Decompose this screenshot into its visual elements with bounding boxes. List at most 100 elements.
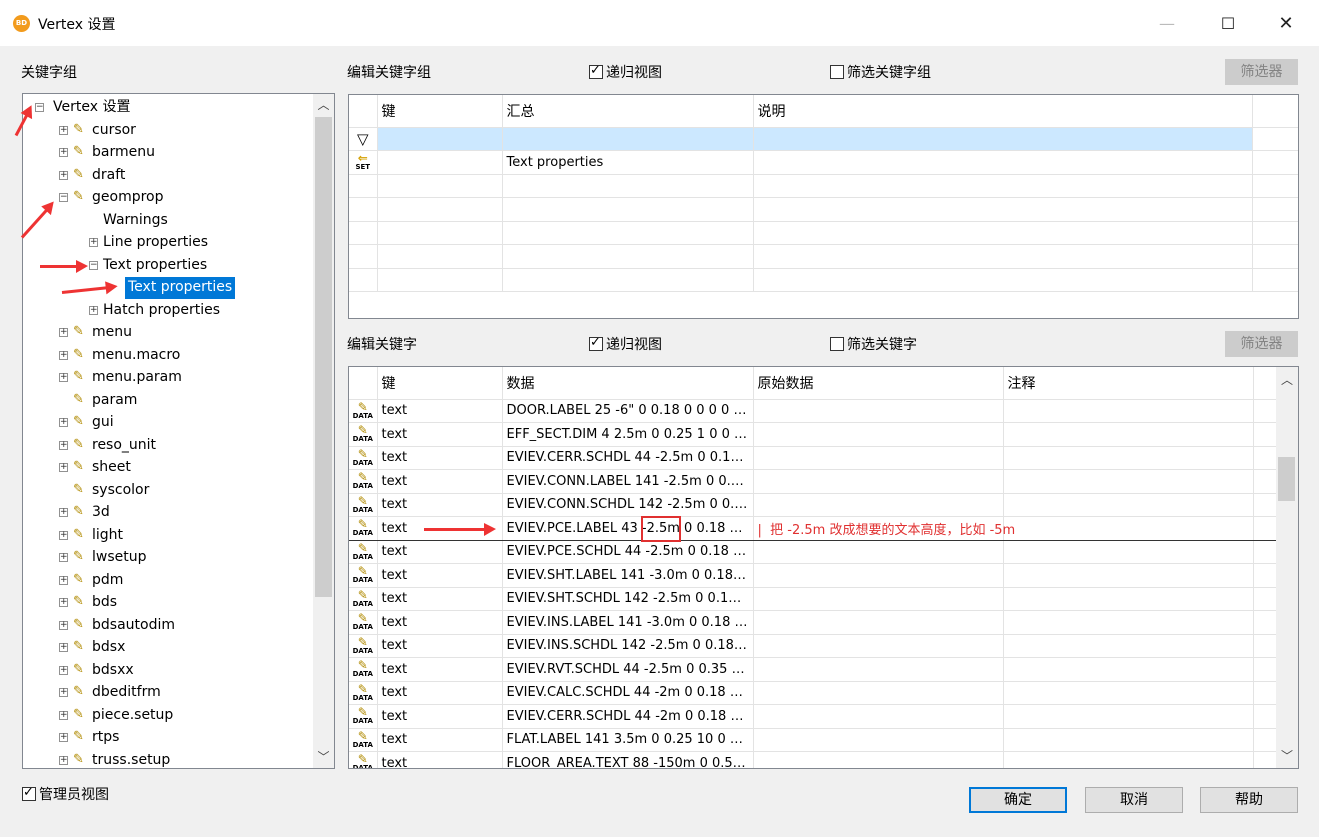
summary-cell[interactable]: Text properties: [502, 150, 754, 175]
tree-node[interactable]: sheet: [92, 457, 131, 479]
raw-data-cell[interactable]: [753, 704, 1004, 729]
tree-node[interactable]: Text properties: [103, 255, 207, 277]
tree-node[interactable]: bdsxx: [92, 660, 134, 682]
table-row[interactable]: ✎ DATA text EVIEV.SHT.SCHDL 142 -2.5m 0 0.1…: [349, 587, 1278, 611]
data-cell[interactable]: EVIEV.CALC.SCHDL 44 -2m 0 0.18 0 0...: [502, 681, 754, 705]
filter-cell[interactable]: [502, 127, 754, 151]
filter-groups-toggle[interactable]: 筛选关键字组: [830, 62, 931, 82]
column-header[interactable]: 注释: [1003, 367, 1254, 400]
table-row[interactable]: ✎ DATA text EVIEV.INS.LABEL 141 -3.0m 0 0.1…: [349, 610, 1278, 635]
key-cell[interactable]: text: [377, 469, 503, 494]
raw-data-cell[interactable]: [753, 657, 1004, 682]
column-header[interactable]: 汇总: [502, 95, 754, 128]
expand-icon[interactable]: +: [59, 440, 68, 450]
tree-node[interactable]: syscolor: [92, 480, 149, 502]
expand-icon[interactable]: +: [59, 508, 68, 517]
table-row[interactable]: ✎ DATA text EFF_SECT.DIM 4 2.5m 0 0.25 1 0 …: [349, 422, 1278, 447]
key-cell[interactable]: text: [377, 422, 503, 447]
tree-node[interactable]: bds: [92, 592, 117, 614]
comment-cell[interactable]: [1003, 469, 1254, 494]
expand-icon[interactable]: +: [59, 350, 68, 360]
column-header[interactable]: 原始数据: [753, 367, 1004, 400]
data-cell[interactable]: EVIEV.PCE.SCHDL 44 -2.5m 0 0.18 0 ...: [502, 540, 754, 564]
checkbox-icon[interactable]: [589, 63, 603, 79]
comment-cell[interactable]: [1003, 516, 1254, 541]
expand-icon[interactable]: +: [89, 238, 98, 247]
column-header[interactable]: 数据: [502, 367, 754, 400]
key-cell[interactable]: text: [377, 540, 503, 564]
data-cell[interactable]: FLOOR_AREA.TEXT 88 -150m 0 0.5 0...: [502, 751, 754, 768]
keyword-group-tree[interactable]: − Vertex 设置 + cursor + barmenu + draft − geomprop…: [22, 93, 335, 769]
data-cell[interactable]: EVIEV.CONN.LABEL 141 -2.5m 0 0.18 ...: [502, 469, 754, 494]
tree-node[interactable]: lwsetup: [92, 547, 147, 569]
expand-icon[interactable]: +: [59, 125, 68, 135]
expand-icon[interactable]: +: [59, 373, 68, 382]
comment-cell[interactable]: [1003, 681, 1254, 705]
table-row[interactable]: ✎ DATA text EVIEV.PCE.SCHDL 44 -2.5m 0 0.18…: [349, 540, 1278, 564]
tree-node[interactable]: truss.setup: [92, 750, 170, 769]
table-row[interactable]: ✎ DATA text EVIEV.SHT.LABEL 141 -3.0m 0 0.1…: [349, 563, 1278, 588]
raw-data-cell[interactable]: [753, 493, 1004, 517]
scroll-thumb[interactable]: [1278, 457, 1295, 501]
raw-data-cell[interactable]: [753, 540, 1004, 564]
data-cell[interactable]: EVIEV.CONN.SCHDL 142 -2.5m 0 0.18...: [502, 493, 754, 517]
key-cell[interactable]: text: [377, 681, 503, 705]
tree-node[interactable]: param: [92, 390, 137, 412]
table-row[interactable]: ✎ DATA text EVIEV.CONN.SCHDL 142 -2.5m 0 0.…: [349, 493, 1278, 517]
key-cell[interactable]: text: [377, 728, 503, 752]
key-cell[interactable]: text: [377, 446, 503, 470]
table-row[interactable]: ✎ DATA text EVIEV.INS.SCHDL 142 -2.5m 0 0.1…: [349, 634, 1278, 658]
tree-node[interactable]: Line properties: [103, 232, 208, 254]
collapse-icon[interactable]: −: [89, 260, 98, 270]
expand-icon[interactable]: +: [59, 530, 68, 540]
cancel-button[interactable]: 取消: [1085, 787, 1183, 813]
comment-cell[interactable]: [1003, 587, 1254, 611]
comment-cell[interactable]: [1003, 493, 1254, 517]
checkbox-icon[interactable]: [830, 337, 844, 351]
scroll-up-icon[interactable]: ︿: [313, 94, 334, 116]
tree-node[interactable]: menu: [92, 322, 132, 344]
comment-cell[interactable]: [1003, 728, 1254, 752]
comment-cell[interactable]: [1003, 610, 1254, 635]
data-cell[interactable]: EVIEV.PCE.LABEL 43 -2.5m 0 0.18 0 1 1: [502, 516, 754, 541]
comment-cell[interactable]: [1003, 751, 1254, 768]
help-button[interactable]: 帮助: [1200, 787, 1298, 813]
comment-cell[interactable]: [1003, 704, 1254, 729]
tree-node[interactable]: cursor: [92, 120, 136, 142]
expand-icon[interactable]: +: [59, 418, 68, 427]
data-cell[interactable]: EVIEV.INS.SCHDL 142 -2.5m 0 0.18 0 ...: [502, 634, 754, 658]
tree-node[interactable]: piece.setup: [92, 705, 173, 727]
tree-scrollbar[interactable]: ︿ ﹀: [313, 94, 334, 768]
expand-icon[interactable]: +: [59, 598, 68, 607]
expand-icon[interactable]: +: [59, 463, 68, 472]
checkbox-icon[interactable]: [830, 65, 844, 79]
comment-cell[interactable]: [1003, 399, 1254, 423]
checkbox-icon[interactable]: [22, 785, 36, 801]
table-row[interactable]: ✎ DATA text EVIEV.CONN.LABEL 141 -2.5m 0 0.…: [349, 469, 1278, 494]
expand-icon[interactable]: +: [59, 755, 68, 765]
tree-node[interactable]: 3d: [92, 502, 110, 524]
comment-cell[interactable]: [1003, 540, 1254, 564]
scroll-down-icon[interactable]: ﹀: [313, 746, 334, 768]
data-cell[interactable]: EVIEV.SHT.SCHDL 142 -2.5m 0 0.18 0...: [502, 587, 754, 611]
raw-data-cell[interactable]: [753, 681, 1004, 705]
key-cell[interactable]: text: [377, 493, 503, 517]
tree-node[interactable]: reso_unit: [92, 435, 156, 457]
filter-cell[interactable]: [377, 127, 503, 151]
raw-data-cell[interactable]: [753, 610, 1004, 635]
tree-node[interactable]: menu.param: [92, 367, 182, 389]
raw-data-cell[interactable]: [753, 446, 1004, 470]
table-row[interactable]: ⇐ SET Text properties: [349, 150, 1298, 175]
key-cell[interactable]: text: [377, 704, 503, 729]
collapse-icon[interactable]: −: [59, 193, 68, 202]
raw-data-cell[interactable]: [753, 563, 1004, 588]
scroll-thumb[interactable]: [315, 117, 332, 597]
tree-node[interactable]: Text properties: [125, 277, 236, 299]
expand-icon[interactable]: +: [59, 148, 68, 157]
table-row[interactable]: ✎ DATA text EVIEV.CALC.SCHDL 44 -2m 0 0.18 …: [349, 681, 1278, 705]
expand-icon[interactable]: +: [59, 733, 68, 742]
table-row[interactable]: ✎ DATA text FLAT.LABEL 141 3.5m 0 0.25 10 0…: [349, 728, 1278, 752]
data-cell[interactable]: EVIEV.RVT.SCHDL 44 -2.5m 0 0.35 0 ...: [502, 657, 754, 682]
key-grid[interactable]: 键 数据 原始数据 注释 ✎ DATA text DOOR.LABEL 25 -6" …: [348, 366, 1299, 769]
admin-view-checkbox[interactable]: 管理员视图: [22, 784, 109, 804]
